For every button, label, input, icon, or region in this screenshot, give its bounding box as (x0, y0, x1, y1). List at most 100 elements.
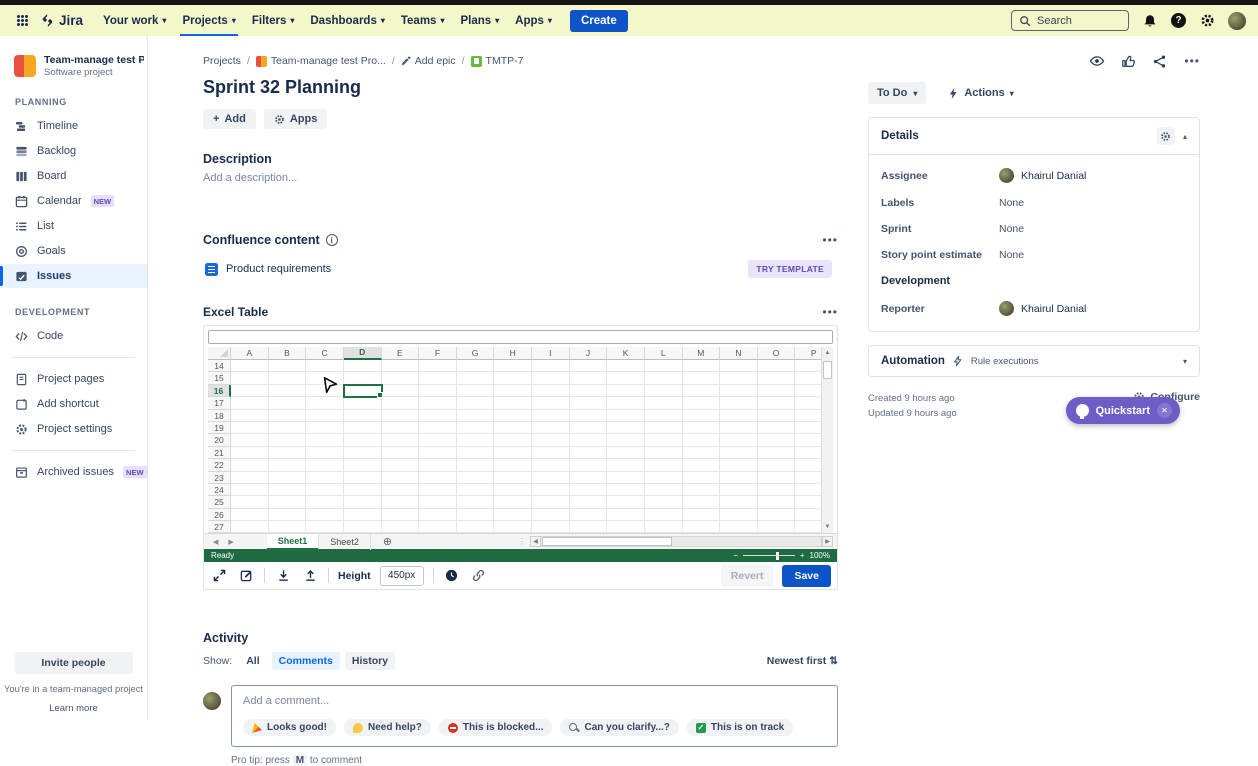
cell-M24[interactable] (683, 484, 721, 496)
cell-E21[interactable] (382, 447, 420, 459)
cell-M20[interactable] (683, 434, 721, 446)
quick-reply-can-you-clarify[interactable]: Can you clarify...? (560, 719, 678, 736)
cell-I16[interactable] (532, 385, 570, 397)
info-icon[interactable]: i (326, 234, 338, 246)
vertical-scrollbar[interactable]: ▲ ▼ (821, 347, 833, 533)
cell-O15[interactable] (758, 372, 796, 384)
cell-D14[interactable] (344, 360, 382, 372)
cell-E25[interactable] (382, 496, 420, 508)
cell-A19[interactable] (231, 422, 269, 434)
zoom-in-icon[interactable]: + (800, 551, 805, 560)
cell-C25[interactable] (306, 496, 344, 508)
sidebar-item-timeline[interactable]: Timeline (0, 114, 147, 138)
cell-G22[interactable] (457, 459, 495, 471)
cell-H19[interactable] (494, 422, 532, 434)
cell-N14[interactable] (720, 360, 758, 372)
app-switcher-icon[interactable] (12, 11, 32, 31)
cell-A24[interactable] (231, 484, 269, 496)
cell-D24[interactable] (344, 484, 382, 496)
cell-G20[interactable] (457, 434, 495, 446)
column-header-C[interactable]: C (306, 347, 344, 360)
cell-M21[interactable] (683, 447, 721, 459)
breadcrumb-item-add-epic[interactable]: Add epic (401, 55, 456, 67)
cell-M26[interactable] (683, 509, 721, 521)
cell-E23[interactable] (382, 472, 420, 484)
cell-J21[interactable] (570, 447, 608, 459)
cell-A17[interactable] (231, 397, 269, 409)
row-header-26[interactable]: 26 (208, 509, 231, 521)
cell-D15[interactable] (344, 372, 382, 384)
cell-E18[interactable] (382, 410, 420, 422)
cell-M25[interactable] (683, 496, 721, 508)
cell-J16[interactable] (570, 385, 608, 397)
quick-reply-this-is-blocked[interactable]: This is blocked... (439, 719, 553, 736)
sidebar-item-code[interactable]: Code (0, 324, 147, 348)
chevron-down-icon[interactable]: ▾ (1183, 357, 1187, 366)
more-icon[interactable]: ••• (1184, 54, 1200, 68)
topnav-item-projects[interactable]: Projects▾ (174, 5, 243, 36)
breadcrumb-item-team-manage-test-pro[interactable]: Team-manage test Pro... (256, 55, 386, 67)
cell-J25[interactable] (570, 496, 608, 508)
cell-D25[interactable] (344, 496, 382, 508)
cell-L24[interactable] (645, 484, 683, 496)
cell-A27[interactable] (231, 521, 269, 533)
search-box[interactable] (1011, 10, 1129, 31)
search-input[interactable] (1037, 15, 1117, 27)
cell-B27[interactable] (269, 521, 307, 533)
cell-I27[interactable] (532, 521, 570, 533)
row-header-17[interactable]: 17 (208, 397, 231, 409)
cell-O23[interactable] (758, 472, 796, 484)
cell-F17[interactable] (419, 397, 457, 409)
cell-I21[interactable] (532, 447, 570, 459)
field-value[interactable]: None (999, 223, 1024, 235)
learn-more-link[interactable]: Learn more (0, 703, 147, 714)
cell-C17[interactable] (306, 397, 344, 409)
cell-C27[interactable] (306, 521, 344, 533)
breadcrumb-item-projects[interactable]: Projects (203, 55, 241, 67)
cell-O26[interactable] (758, 509, 796, 521)
cell-C14[interactable] (306, 360, 344, 372)
cell-B22[interactable] (269, 459, 307, 471)
cell-L23[interactable] (645, 472, 683, 484)
cell-K16[interactable] (607, 385, 645, 397)
cell-F14[interactable] (419, 360, 457, 372)
cell-C24[interactable] (306, 484, 344, 496)
quick-reply-looks-good[interactable]: Looks good! (243, 719, 336, 736)
cell-B24[interactable] (269, 484, 307, 496)
column-header-A[interactable]: A (231, 347, 269, 360)
cell-K20[interactable] (607, 434, 645, 446)
filter-comments[interactable]: Comments (272, 652, 340, 670)
cell-N27[interactable] (720, 521, 758, 533)
apps-button[interactable]: Apps (264, 109, 328, 129)
cell-D19[interactable] (344, 422, 382, 434)
cell-D22[interactable] (344, 459, 382, 471)
cell-K27[interactable] (607, 521, 645, 533)
cell-I25[interactable] (532, 496, 570, 508)
sidebar-item-board[interactable]: Board (0, 164, 147, 188)
cell-D16[interactable] (344, 385, 382, 397)
field-value[interactable]: Khairul Danial (999, 168, 1086, 183)
cell-A14[interactable] (231, 360, 269, 372)
cell-O17[interactable] (758, 397, 796, 409)
cell-A15[interactable] (231, 372, 269, 384)
download-icon[interactable] (274, 567, 292, 585)
column-header-I[interactable]: I (532, 347, 570, 360)
cell-K18[interactable] (607, 410, 645, 422)
zoom-out-icon[interactable]: − (733, 551, 738, 560)
row-header-22[interactable]: 22 (208, 459, 231, 471)
cell-E22[interactable] (382, 459, 420, 471)
filter-all[interactable]: All (239, 652, 266, 670)
jira-logo[interactable]: Jira (40, 13, 83, 28)
cell-J15[interactable] (570, 372, 608, 384)
column-header-L[interactable]: L (645, 347, 683, 360)
cell-O18[interactable] (758, 410, 796, 422)
cell-E16[interactable] (382, 385, 420, 397)
topnav-item-apps[interactable]: Apps▾ (507, 5, 560, 36)
grid-corner[interactable] (208, 347, 231, 360)
cell-G15[interactable] (457, 372, 495, 384)
link-icon[interactable] (470, 567, 488, 585)
cell-F18[interactable] (419, 410, 457, 422)
cell-I15[interactable] (532, 372, 570, 384)
vertical-scroll-thumb[interactable] (823, 361, 832, 379)
edit-icon[interactable] (237, 567, 255, 585)
